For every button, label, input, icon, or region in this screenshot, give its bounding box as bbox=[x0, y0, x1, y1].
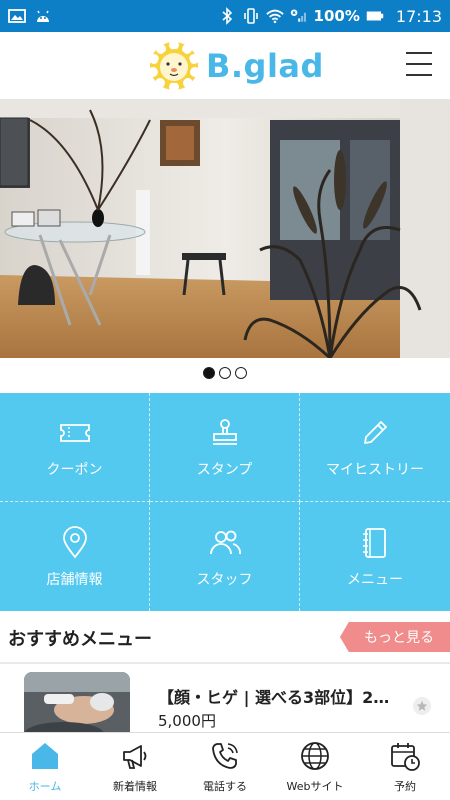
battery-icon bbox=[366, 7, 384, 25]
brand-name: B.glad bbox=[206, 47, 324, 85]
nav-home[interactable]: ホーム bbox=[0, 733, 90, 800]
feature-grid-menu: クーポン スタンプ マイヒストリー 店舗情報 スタッフ メニュー bbox=[0, 393, 450, 611]
bottom-navigation: ホーム 新着情報 電話する Webサイト 予約 bbox=[0, 732, 450, 800]
nav-call[interactable]: 電話する bbox=[180, 733, 270, 800]
nav-website[interactable]: Webサイト bbox=[270, 733, 360, 800]
nav-label: ホーム bbox=[28, 780, 62, 793]
nav-label: Webサイト bbox=[286, 780, 344, 793]
staff-icon bbox=[209, 530, 241, 554]
carousel-dot[interactable] bbox=[203, 367, 215, 379]
battery-percent: 100% bbox=[313, 7, 360, 25]
nav-label: 新着情報 bbox=[113, 780, 157, 793]
home-icon bbox=[32, 743, 58, 769]
pencil-icon bbox=[364, 421, 387, 444]
gallery-icon bbox=[8, 7, 26, 25]
bluetooth-icon bbox=[218, 7, 236, 25]
carousel-dot[interactable] bbox=[235, 367, 247, 379]
app-screen: 100% 17:13 B.glad クーポン スタンプ マイヒストリー 店舗情報… bbox=[0, 0, 450, 800]
lion-logo-icon bbox=[148, 40, 200, 92]
grid-item-my-history[interactable]: マイヒストリー bbox=[300, 393, 450, 502]
see-more-button[interactable]: もっと見る bbox=[340, 622, 450, 652]
menu-book-icon bbox=[363, 527, 386, 558]
android-icon bbox=[34, 7, 52, 25]
coupon-icon bbox=[59, 424, 90, 442]
grid-item-menu[interactable]: メニュー bbox=[300, 502, 450, 611]
grid-item-stamp[interactable]: スタンプ bbox=[150, 393, 300, 502]
location-pin-icon bbox=[62, 525, 87, 558]
grid-item-label: スタッフ bbox=[196, 571, 253, 588]
nav-label: 電話する bbox=[203, 780, 247, 793]
grid-item-label: マイヒストリー bbox=[326, 462, 424, 478]
recommended-menu-item[interactable]: 【顔・ヒゲ | 選べる3部位】2… 5,000円 bbox=[0, 664, 450, 732]
calendar-clock-icon bbox=[391, 743, 420, 771]
grid-item-label: メニュー bbox=[347, 571, 403, 588]
favorite-star-icon[interactable] bbox=[413, 697, 431, 715]
phone-icon bbox=[212, 743, 238, 769]
see-more-label: もっと見る bbox=[364, 630, 434, 646]
clock: 17:13 bbox=[395, 6, 442, 26]
grid-item-label: 店舗情報 bbox=[46, 571, 103, 588]
grid-item-label: クーポン bbox=[46, 462, 103, 478]
grid-item-coupon[interactable]: クーポン bbox=[0, 393, 150, 502]
recommended-section-header: おすすめメニュー もっと見る bbox=[0, 611, 450, 663]
brand-logo[interactable]: B.glad bbox=[148, 40, 324, 92]
grid-item-label: スタンプ bbox=[196, 462, 253, 478]
wifi-icon bbox=[265, 7, 284, 25]
interior-photo bbox=[0, 100, 450, 358]
carousel-dot[interactable] bbox=[219, 367, 231, 379]
hero-carousel-image[interactable] bbox=[0, 100, 450, 358]
nav-news[interactable]: 新着情報 bbox=[90, 733, 180, 800]
hamburger-menu-icon[interactable] bbox=[406, 52, 432, 76]
grid-item-store-info[interactable]: 店舗情報 bbox=[0, 502, 150, 611]
section-title: おすすめメニュー bbox=[8, 629, 152, 650]
carousel-dots bbox=[0, 367, 450, 385]
status-bar: 100% 17:13 bbox=[0, 0, 450, 32]
nav-reservation[interactable]: 予約 bbox=[360, 733, 450, 800]
megaphone-icon bbox=[123, 745, 147, 769]
menu-item-thumbnail bbox=[24, 672, 130, 732]
grid-item-staff[interactable]: スタッフ bbox=[150, 502, 300, 611]
stamp-icon bbox=[212, 419, 237, 445]
vibrate-icon bbox=[242, 7, 260, 25]
signal-icon bbox=[290, 7, 308, 25]
menu-item-name: 【顔・ヒゲ | 選べる3部位】2… bbox=[158, 688, 390, 707]
menu-item-price: 5,000円 bbox=[158, 712, 216, 730]
nav-label: 予約 bbox=[394, 780, 416, 793]
globe-icon bbox=[301, 742, 329, 770]
app-header: B.glad bbox=[0, 32, 450, 100]
